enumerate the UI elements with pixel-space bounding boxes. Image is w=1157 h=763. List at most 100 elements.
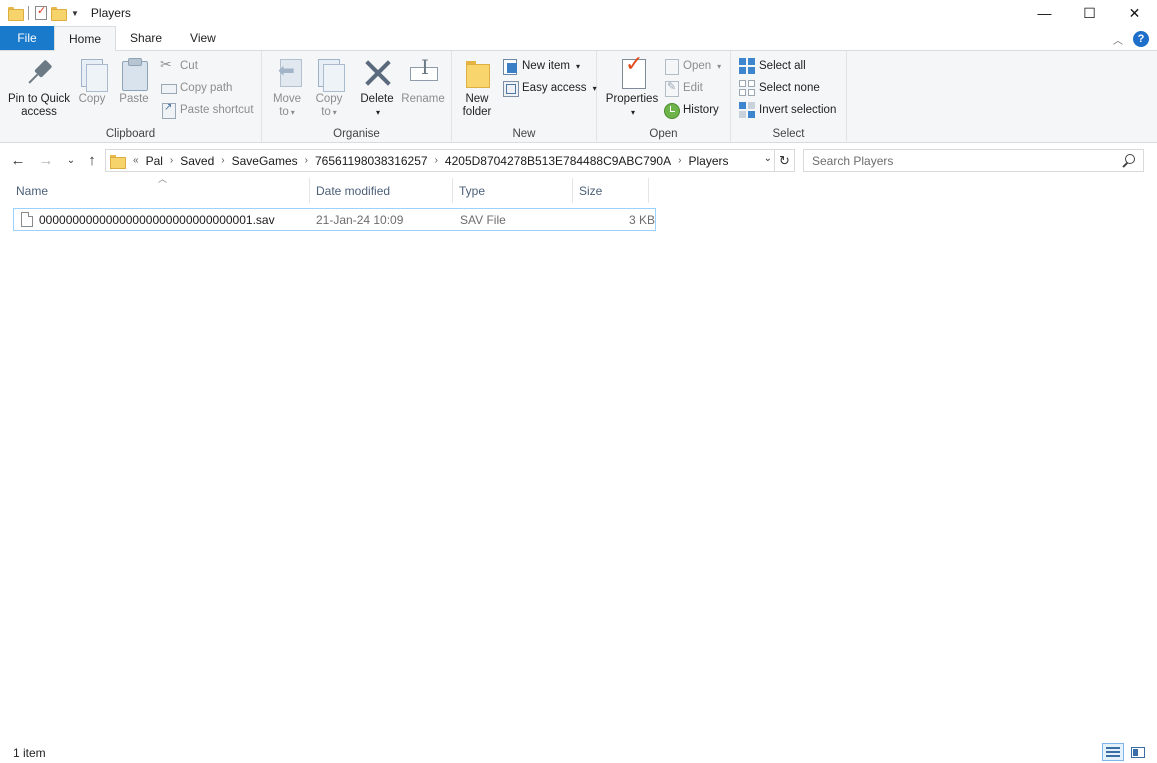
select-all-button[interactable]: Select all <box>739 56 806 76</box>
edit-button[interactable]: Edit <box>663 78 703 98</box>
copy-to-button[interactable]: Copy to ▾ <box>312 57 346 119</box>
move-to-label-line1: Move <box>272 93 302 105</box>
qat-dropdown-icon[interactable]: ▼ <box>71 9 79 18</box>
chevron-right-icon[interactable]: › <box>675 155 684 166</box>
up-arrow-icon[interactable]: ↑ <box>82 150 102 170</box>
select-none-label: Select none <box>759 82 820 94</box>
large-icons-view-icon <box>1131 746 1145 758</box>
file-date: 21-Jan-24 10:09 <box>316 212 404 227</box>
tab-view[interactable]: View <box>176 26 230 50</box>
edit-icon <box>663 80 679 97</box>
chevron-down-icon: ▾ <box>592 83 597 93</box>
new-folder-label-line1: New <box>465 93 489 105</box>
forward-arrow-icon[interactable]: → <box>36 150 56 170</box>
move-to-button[interactable]: Move to▾ <box>270 57 304 119</box>
select-all-icon <box>739 58 755 74</box>
new-folder-button[interactable]: New folder <box>458 57 496 119</box>
paste-shortcut-button[interactable]: Paste shortcut <box>160 100 254 120</box>
paste-shortcut-icon <box>160 102 176 119</box>
details-view-button[interactable] <box>1102 743 1124 761</box>
column-size[interactable]: Size <box>573 178 649 203</box>
chevron-right-icon[interactable]: › <box>432 155 441 166</box>
chevron-down-icon: ▾ <box>630 108 635 117</box>
tab-file[interactable]: File <box>0 26 54 50</box>
large-icons-view-button[interactable] <box>1127 743 1149 761</box>
new-folder-label-line2: folder <box>462 106 492 118</box>
select-group-label: Select <box>772 128 805 140</box>
rename-icon <box>408 57 438 89</box>
edit-label: Edit <box>683 82 703 94</box>
open-button[interactable]: Open ▾ <box>663 56 721 76</box>
column-date-label: Date modified <box>316 183 391 198</box>
file-name: 00000000000000000000000000000001.sav <box>39 212 275 227</box>
select-group: Select all Select none Invert selection … <box>731 51 847 143</box>
copy-label: Copy <box>78 93 106 105</box>
column-name-label: Name <box>16 183 49 198</box>
address-dropdown-icon[interactable]: ⌄ <box>764 153 772 164</box>
copy-button[interactable]: Copy <box>74 57 110 106</box>
new-folder-icon <box>462 57 492 89</box>
tab-home[interactable]: Home <box>54 26 117 51</box>
search-icon[interactable] <box>1121 154 1135 168</box>
new-item-icon <box>502 58 518 75</box>
breadcrumb-savegames[interactable]: SaveGames <box>228 154 302 168</box>
delete-icon <box>362 57 392 89</box>
new-folder-icon[interactable] <box>51 7 67 21</box>
delete-button[interactable]: Delete ▾ <box>358 57 396 119</box>
chevron-right-icon[interactable]: › <box>302 155 311 166</box>
paste-icon <box>119 57 149 91</box>
rename-button[interactable]: Rename <box>400 57 446 106</box>
move-to-icon <box>272 57 302 89</box>
window-title: Players <box>90 6 131 20</box>
maximize-button[interactable]: ☐ <box>1067 0 1112 26</box>
properties-icon[interactable] <box>35 4 47 20</box>
properties-button[interactable]: Properties ▾ <box>601 57 663 119</box>
collapse-ribbon-icon[interactable]: ︿ <box>1113 32 1123 47</box>
breadcrumb-steam-id[interactable]: 76561198038316257 <box>311 154 432 168</box>
copy-to-label-line2: to <box>321 106 331 118</box>
recent-locations-chevron-icon[interactable]: ⌄ <box>61 150 81 170</box>
easy-access-button[interactable]: Easy access ▾ <box>502 78 597 98</box>
quick-access-toolbar: ▼ <box>0 0 79 26</box>
minimize-button[interactable]: — <box>1022 0 1067 26</box>
qat-separator <box>28 6 29 20</box>
back-arrow-icon[interactable]: ← <box>8 150 28 170</box>
open-icon <box>663 58 679 75</box>
navigation-bar: ← → ⌄ ↑ « Pal › Saved › SaveGames › 7656… <box>0 147 1157 173</box>
paste-shortcut-label: Paste shortcut <box>180 104 254 116</box>
chevron-down-icon: ▾ <box>290 108 295 117</box>
column-type[interactable]: Type <box>453 178 573 203</box>
pin-icon <box>17 51 61 95</box>
copy-path-label: Copy path <box>180 82 233 94</box>
crumb-overflow-icon[interactable]: « <box>130 155 142 166</box>
invert-selection-button[interactable]: Invert selection <box>739 100 836 120</box>
breadcrumb-world-id[interactable]: 4205D8704278B513E784488C9ABC790A <box>441 154 675 168</box>
column-date-modified[interactable]: Date modified <box>310 178 453 203</box>
column-type-label: Type <box>459 183 486 198</box>
refresh-icon[interactable]: ↻ <box>775 149 795 172</box>
table-row[interactable]: 00000000000000000000000000000001.sav 21-… <box>13 208 656 231</box>
new-item-button[interactable]: New item ▾ <box>502 56 580 76</box>
copy-path-button[interactable]: Copy path <box>160 78 232 98</box>
chevron-right-icon[interactable]: › <box>218 155 227 166</box>
window-controls: — ☐ ✕ <box>1022 0 1157 26</box>
paste-button[interactable]: Paste <box>116 57 152 106</box>
address-bar[interactable]: « Pal › Saved › SaveGames › 765611980383… <box>105 149 775 172</box>
breadcrumb-saved[interactable]: Saved <box>176 154 218 168</box>
help-icon[interactable]: ? <box>1133 31 1149 47</box>
search-input[interactable]: Search Players <box>803 149 1144 172</box>
rename-label: Rename <box>401 93 445 105</box>
chevron-right-icon[interactable]: › <box>167 155 176 166</box>
column-name[interactable]: ︿ Name <box>8 174 310 203</box>
history-button[interactable]: History <box>663 100 719 120</box>
tab-share[interactable]: Share <box>116 26 176 50</box>
sort-up-icon: ︿ <box>158 174 168 184</box>
pin-to-quick-access-button[interactable]: Pin to Quick access <box>6 57 72 119</box>
open-group-label: Open <box>649 128 678 140</box>
breadcrumb-pal[interactable]: Pal <box>142 154 167 168</box>
select-none-button[interactable]: Select none <box>739 78 820 98</box>
cut-button[interactable]: Cut <box>160 56 198 76</box>
close-button[interactable]: ✕ <box>1112 0 1157 26</box>
breadcrumb-players[interactable]: Players <box>684 154 732 168</box>
copy-to-icon <box>314 57 345 92</box>
